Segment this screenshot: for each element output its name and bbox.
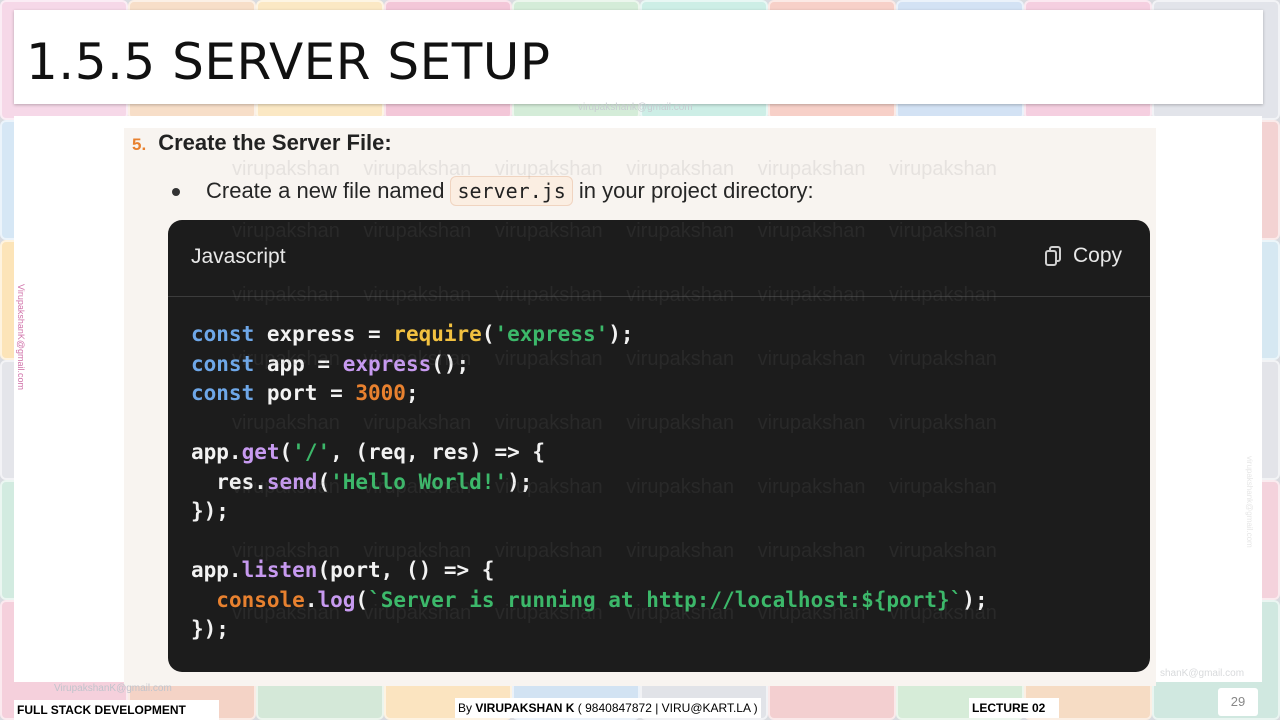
inline-code-filename: server.js — [450, 176, 573, 206]
code-language-label: Javascript — [191, 245, 286, 268]
side-watermark-right: virupakshank@gmail.com — [1245, 456, 1254, 548]
bullet-text-before: Create a new file named — [206, 178, 445, 203]
code-content: const express = require('express'); cons… — [191, 322, 988, 641]
slide-title: 1.5.5 SERVER SETUP — [26, 33, 551, 91]
code-block: Javascript Copy const express = require(… — [168, 220, 1150, 672]
step-number: 5. — [132, 135, 147, 154]
embedded-screenshot: 5. Create the Server File: Create a new f… — [124, 128, 1156, 686]
top-watermark: virupakshank@gmail.com — [578, 102, 693, 113]
author-name: VIRUPAKSHAN K — [475, 701, 575, 715]
bullet-item: Create a new file named server.js in your … — [172, 176, 814, 206]
side-watermark: VirupakshanK@gmail.com — [16, 284, 26, 391]
code-block-header: Javascript Copy — [168, 220, 1150, 297]
step-heading: 5. Create the Server File: — [132, 130, 392, 156]
copy-icon — [1044, 246, 1061, 266]
author-contact: ( 9840847872 | VIRU@KART.LA ) — [574, 701, 758, 715]
footer-lecture: LECTURE 02 — [969, 698, 1059, 718]
copy-button[interactable]: Copy — [1044, 244, 1122, 268]
page-number: 29 — [1218, 688, 1258, 716]
footer-watermark-right: shanK@gmail.com — [1160, 668, 1245, 679]
copy-label: Copy — [1072, 244, 1122, 267]
bullet-text-after: in your project directory: — [578, 178, 814, 203]
slide-title-bar: 1.5.5 SERVER SETUP — [14, 10, 1263, 104]
footer-course: FULL STACK DEVELOPMENT — [14, 700, 219, 720]
footer-author: By VIRUPAKSHAN K ( 9840847872 | VIRU@KAR… — [455, 698, 761, 718]
bullet-dot-icon — [172, 188, 180, 197]
step-title: Create the Server File: — [158, 130, 392, 155]
slide-footer: FULL STACK DEVELOPMENT By VIRUPAKSHAN K … — [0, 690, 1280, 720]
